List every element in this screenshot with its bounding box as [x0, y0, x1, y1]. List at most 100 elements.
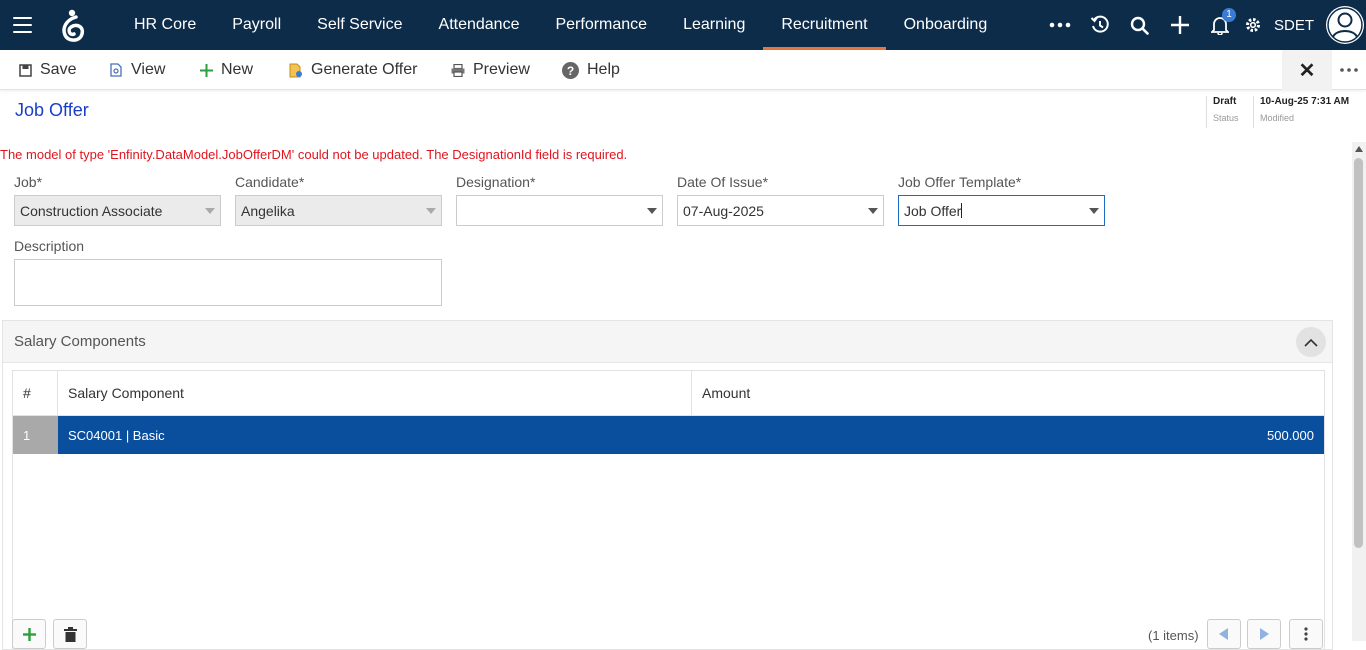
- description-textarea[interactable]: [14, 259, 442, 306]
- modified-value: 10-Aug-25 7:31 AM: [1260, 96, 1350, 107]
- chevron-down-icon: [868, 208, 878, 214]
- salary-components-title: Salary Components: [14, 333, 146, 350]
- job-offer-template-field: Job Offer Template* Job Offer: [898, 174, 1105, 226]
- action-toolbar: Save View New Generate Offer Preview ? H…: [0, 50, 1366, 90]
- nav-item-self-service[interactable]: Self Service: [299, 0, 420, 50]
- chevron-down-icon: [426, 208, 436, 214]
- nav-right-actions: 1 SDET: [1040, 0, 1366, 50]
- preview-button[interactable]: Preview: [451, 50, 530, 90]
- salary-component-cell[interactable]: SC04001 | Basic: [58, 416, 692, 454]
- hamburger-menu-icon[interactable]: [13, 17, 32, 33]
- add-icon[interactable]: [1160, 0, 1200, 50]
- description-field: Description: [14, 238, 442, 306]
- nav-item-learning[interactable]: Learning: [665, 0, 763, 50]
- arrow-left-icon: [1219, 628, 1228, 640]
- salary-components-panel: Salary Components # Salary Component Amo…: [2, 320, 1333, 650]
- more-horizontal-icon[interactable]: [1040, 0, 1080, 50]
- job-offer-template-value: Job Offer: [904, 202, 962, 219]
- printer-icon: [451, 63, 465, 77]
- nav-item-performance[interactable]: Performance: [537, 0, 665, 50]
- job-value: Construction Associate: [20, 202, 163, 219]
- status-label: Status: [1213, 113, 1239, 123]
- top-navigation-bar: HR Core Payroll Self Service Attendance …: [0, 0, 1366, 50]
- page-title: Job Offer: [15, 100, 89, 120]
- salary-components-header: Salary Components: [3, 321, 1332, 363]
- view-button[interactable]: View: [110, 50, 165, 90]
- chevron-up-icon: [1304, 338, 1318, 347]
- arrow-right-icon: [1260, 628, 1269, 640]
- generate-offer-button[interactable]: Generate Offer: [289, 50, 417, 90]
- preview-label: Preview: [473, 61, 530, 78]
- generate-offer-label: Generate Offer: [311, 61, 418, 78]
- job-select[interactable]: Construction Associate: [14, 195, 221, 226]
- table-row[interactable]: 1 SC04001 | Basic 500.000: [13, 416, 1324, 454]
- date-of-issue-field: Date Of Issue* 07-Aug-2025: [677, 174, 884, 226]
- more-vertical-icon: [1304, 627, 1308, 641]
- page-scrollbar[interactable]: [1352, 142, 1366, 641]
- history-icon[interactable]: [1080, 0, 1120, 50]
- designation-field: Designation*: [456, 174, 663, 226]
- previous-page-button[interactable]: [1207, 619, 1241, 649]
- help-icon: ?: [562, 61, 579, 79]
- modified-label: Modified: [1260, 113, 1295, 123]
- user-name[interactable]: SDET: [1266, 17, 1326, 34]
- search-icon[interactable]: [1120, 0, 1160, 50]
- candidate-label: Candidate*: [235, 174, 305, 190]
- candidate-value: Angelika: [241, 202, 295, 219]
- scroll-up-icon[interactable]: [1355, 146, 1363, 152]
- more-options-icon[interactable]: [1332, 50, 1366, 90]
- save-icon: [19, 63, 32, 77]
- job-label: Job*: [14, 174, 43, 190]
- help-label: Help: [587, 61, 620, 78]
- save-label: Save: [40, 61, 77, 78]
- add-row-button[interactable]: [12, 619, 46, 649]
- status-indicator: Draft Status: [1206, 96, 1239, 128]
- svg-text:?: ?: [567, 64, 574, 78]
- notification-bell-icon[interactable]: 1: [1200, 0, 1240, 50]
- delete-row-button[interactable]: [53, 619, 87, 649]
- designation-select[interactable]: [456, 195, 663, 226]
- new-label: New: [221, 61, 254, 78]
- next-page-button[interactable]: [1247, 619, 1281, 649]
- collapse-button[interactable]: [1296, 327, 1326, 357]
- date-of-issue-label: Date Of Issue*: [677, 174, 769, 190]
- chevron-down-icon: [647, 208, 657, 214]
- column-header-salary-component[interactable]: Salary Component: [58, 371, 692, 415]
- chevron-down-icon: [205, 208, 215, 214]
- modified-indicator: 10-Aug-25 7:31 AM Modified: [1253, 96, 1349, 128]
- amount-cell[interactable]: 500.000: [692, 416, 1324, 454]
- candidate-select[interactable]: Angelika: [235, 195, 442, 226]
- text-cursor: [961, 203, 963, 218]
- new-button[interactable]: New: [200, 50, 253, 90]
- plus-icon: [22, 627, 36, 641]
- notification-badge: 1: [1221, 8, 1236, 22]
- row-number-cell: 1: [13, 416, 58, 454]
- trash-icon: [63, 626, 77, 642]
- nav-item-recruitment[interactable]: Recruitment: [763, 0, 886, 50]
- plus-icon: [200, 63, 213, 77]
- save-button[interactable]: Save: [19, 50, 76, 90]
- date-of-issue-picker[interactable]: 07-Aug-2025: [677, 195, 884, 226]
- nav-item-hr-core[interactable]: HR Core: [116, 0, 214, 50]
- description-label: Description: [14, 238, 85, 254]
- scrollbar-thumb[interactable]: [1354, 158, 1363, 548]
- column-header-amount[interactable]: Amount: [692, 371, 1324, 415]
- help-button[interactable]: ? Help: [562, 50, 620, 90]
- nav-item-onboarding[interactable]: Onboarding: [886, 0, 1006, 50]
- candidate-field: Candidate* Angelika: [235, 174, 442, 226]
- chevron-down-icon: [1089, 208, 1099, 214]
- view-document-icon: [110, 63, 123, 77]
- close-icon[interactable]: ✕: [1282, 50, 1332, 90]
- column-header-number[interactable]: #: [13, 371, 58, 415]
- job-field: Job* Construction Associate: [14, 174, 221, 226]
- job-offer-template-select[interactable]: Job Offer: [898, 195, 1105, 226]
- nav-item-payroll[interactable]: Payroll: [214, 0, 299, 50]
- main-nav-menu: HR Core Payroll Self Service Attendance …: [116, 0, 1005, 50]
- status-value: Draft: [1213, 96, 1237, 107]
- grid-more-options-button[interactable]: [1289, 619, 1323, 649]
- app-logo[interactable]: [58, 8, 86, 44]
- nav-item-attendance[interactable]: Attendance: [421, 0, 538, 50]
- gear-icon[interactable]: [1240, 0, 1266, 50]
- date-of-issue-value: 07-Aug-2025: [683, 202, 764, 219]
- avatar[interactable]: [1326, 6, 1364, 44]
